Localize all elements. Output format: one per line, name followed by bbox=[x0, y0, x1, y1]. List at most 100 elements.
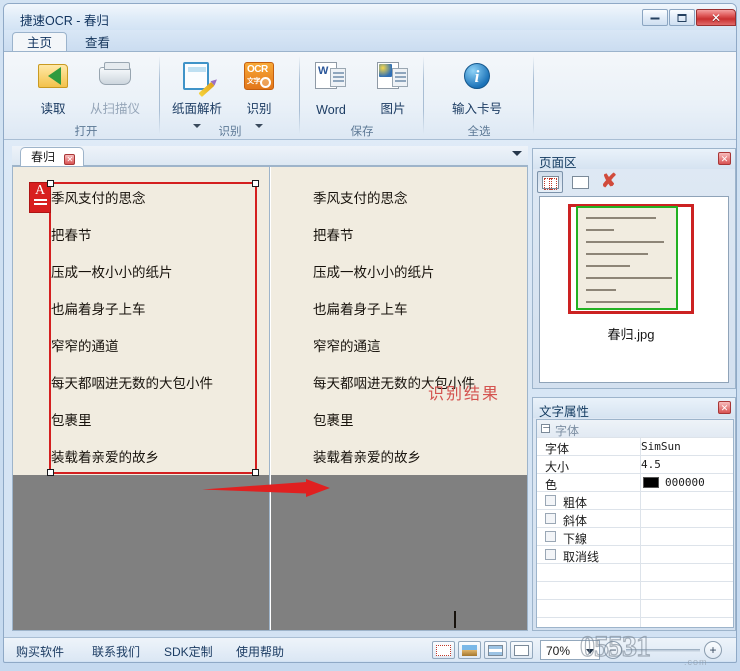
result-line: 压成一枚小小的纸片 bbox=[313, 265, 435, 281]
ribbon-button-image[interactable]: 图片 bbox=[362, 57, 424, 119]
image-view-icon bbox=[462, 645, 477, 656]
property-row-strikethrough[interactable]: 取消线 bbox=[537, 546, 733, 564]
page-thumbnail-item[interactable]: 春归.jpg bbox=[568, 204, 694, 342]
tab-view[interactable]: 查看 bbox=[70, 32, 125, 52]
image-doc-icon bbox=[376, 60, 410, 92]
zoom-slider-track[interactable] bbox=[626, 649, 700, 652]
collapse-icon[interactable]: － bbox=[541, 424, 551, 433]
ribbon-button-recognize[interactable]: OCR 文字 识别 bbox=[228, 57, 290, 128]
thumbnail-split-icon bbox=[542, 176, 559, 190]
pages-panel: 页面区 ✕ ✘ 春归.jpg bbox=[532, 148, 736, 389]
text-block-marker-lines bbox=[33, 199, 47, 201]
ribbon-button-page-analysis[interactable]: 纸面解析 bbox=[166, 57, 228, 128]
maximize-button[interactable] bbox=[669, 9, 695, 26]
property-row-underline[interactable]: 下線 bbox=[537, 528, 733, 546]
pages-panel-toolbar: ✘ bbox=[537, 171, 733, 195]
property-row-bold[interactable]: 粗体 bbox=[537, 492, 733, 510]
document-tab-close-icon[interactable]: ✕ bbox=[64, 154, 76, 165]
resize-handle-top-left[interactable] bbox=[47, 180, 54, 187]
text-block-selection[interactable]: A bbox=[29, 180, 259, 476]
status-link-sdk[interactable]: SDK定制 bbox=[164, 643, 213, 660]
property-row-font-color[interactable]: 色 000000 bbox=[537, 474, 733, 492]
page-thumbnail-filename: 春归.jpg bbox=[607, 327, 655, 342]
property-row-font-family[interactable]: 字体 SimSun bbox=[537, 438, 733, 456]
property-row-empty bbox=[537, 600, 733, 618]
resize-handle-bottom-left[interactable] bbox=[47, 469, 54, 476]
ribbon-button-from-scanner[interactable]: 从扫描仪 bbox=[84, 57, 146, 119]
chevron-down-icon[interactable] bbox=[586, 649, 594, 654]
status-link-buy[interactable]: 购买软件 bbox=[16, 643, 64, 660]
strikethrough-checkbox[interactable] bbox=[545, 549, 556, 560]
italic-checkbox[interactable] bbox=[545, 513, 556, 524]
ribbon-group-save-label: 保存 bbox=[350, 126, 374, 138]
text-properties-header: 文字属性 ✕ bbox=[533, 398, 735, 419]
blank-view-button[interactable] bbox=[510, 641, 533, 659]
single-page-view-button[interactable] bbox=[537, 171, 563, 193]
resize-handle-top-right[interactable] bbox=[252, 180, 259, 187]
bold-checkbox[interactable] bbox=[545, 495, 556, 506]
workspace: 季风支付的思念 把春节 压成一枚小小的纸片 也扁着身子上车 窄窄的通道 每天都咽… bbox=[12, 166, 528, 631]
ribbon-button-word[interactable]: W Word bbox=[300, 57, 362, 119]
underline-checkbox[interactable] bbox=[545, 531, 556, 542]
image-view-button[interactable] bbox=[458, 641, 481, 659]
group-separator bbox=[533, 56, 534, 134]
pages-panel-close-icon[interactable]: ✕ bbox=[718, 152, 731, 165]
text-properties-title: 文字属性 bbox=[539, 405, 590, 419]
property-row-font-size[interactable]: 大小 4.5 bbox=[537, 456, 733, 474]
double-page-view-button[interactable] bbox=[567, 171, 593, 193]
source-image-pane[interactable]: 季风支付的思念 把春节 压成一枚小小的纸片 也扁着身子上车 窄窄的通道 每天都咽… bbox=[13, 167, 270, 630]
ribbon-group-open: 读取 从扫描仪 打开 bbox=[12, 52, 160, 141]
ribbon-group-select-all-label: 全选 bbox=[467, 126, 491, 138]
ribbon-button-from-scanner-label: 从扫描仪 bbox=[89, 102, 140, 116]
property-value[interactable]: 000000 bbox=[665, 476, 705, 489]
property-row-empty bbox=[537, 618, 733, 627]
thumbnail-view-button[interactable] bbox=[432, 641, 455, 659]
status-link-help[interactable]: 使用帮助 bbox=[236, 643, 284, 660]
minimize-icon bbox=[650, 16, 660, 19]
ribbon-group-recognize: 纸面解析 OCR 文字 识别 识别 bbox=[160, 52, 300, 141]
chevron-down-icon[interactable] bbox=[512, 151, 522, 156]
zoom-level-select[interactable]: 70% bbox=[540, 640, 600, 660]
ribbon-group-save: W Word 图片 保存 bbox=[300, 52, 424, 141]
source-page-canvas[interactable]: 季风支付的思念 把春节 压成一枚小小的纸片 也扁着身子上车 窄窄的通道 每天都咽… bbox=[13, 167, 269, 476]
property-name: 下線 bbox=[563, 532, 588, 546]
pages-thumbnail-list[interactable]: 春归.jpg bbox=[539, 196, 729, 383]
property-name: 取消线 bbox=[563, 550, 600, 564]
resize-handle-bottom-right[interactable] bbox=[252, 469, 259, 476]
zoom-out-button[interactable]: − bbox=[604, 641, 622, 659]
result-page-canvas[interactable]: 季风支付的思念 把春节 压成一枚小小的纸片 也扁着身子上车 窄窄的通這 每天都咽… bbox=[271, 167, 527, 475]
zoom-in-button[interactable]: + bbox=[704, 641, 722, 659]
property-row-empty bbox=[537, 564, 733, 582]
document-tab-label: 春归 bbox=[31, 150, 56, 164]
properties-grid[interactable]: － 字体 字体 SimSun 大小 4.5 色 000000 粗体 斜体 下線 … bbox=[536, 419, 734, 628]
ribbon-group-recognize-label: 识别 bbox=[218, 126, 242, 138]
delete-page-button[interactable]: ✘ bbox=[599, 172, 619, 192]
folder-open-icon bbox=[36, 60, 70, 92]
ribbon-button-read-label: 读取 bbox=[40, 102, 66, 116]
close-window-button[interactable]: ✕ bbox=[696, 9, 736, 26]
property-name: 粗体 bbox=[563, 496, 588, 510]
property-value[interactable]: SimSun bbox=[641, 440, 681, 453]
text-view-button[interactable] bbox=[484, 641, 507, 659]
property-row-italic[interactable]: 斜体 bbox=[537, 510, 733, 528]
minimize-button[interactable] bbox=[642, 9, 668, 26]
color-swatch[interactable] bbox=[643, 477, 659, 488]
property-group-label: 字体 bbox=[555, 424, 580, 438]
ribbon: 读取 从扫描仪 打开 纸面解析 OCR 文字 识别 识别 W Word 图片 保… bbox=[4, 51, 736, 140]
ribbon-button-read[interactable]: 读取 bbox=[22, 57, 84, 119]
property-group-font[interactable]: － 字体 bbox=[537, 420, 733, 438]
property-value[interactable]: 4.5 bbox=[641, 458, 661, 471]
thumbnail-plain-icon bbox=[572, 176, 589, 189]
text-properties-panel: 文字属性 ✕ － 字体 字体 SimSun 大小 4.5 色 000000 粗体… bbox=[532, 397, 736, 631]
text-properties-close-icon[interactable]: ✕ bbox=[718, 401, 731, 414]
property-name: 色 bbox=[545, 478, 558, 492]
status-link-contact[interactable]: 联系我们 bbox=[92, 643, 140, 660]
property-row-empty bbox=[537, 582, 733, 600]
pages-panel-title: 页面区 bbox=[539, 156, 577, 170]
result-line: 窄窄的通這 bbox=[313, 339, 381, 355]
document-tab-chungui[interactable]: 春归 ✕ bbox=[20, 147, 85, 166]
tab-home[interactable]: 主页 bbox=[12, 32, 68, 52]
pages-panel-header: 页面区 ✕ bbox=[533, 149, 735, 170]
thumbnail-view-icon bbox=[436, 645, 451, 656]
ribbon-button-enter-card-number[interactable]: i 输入卡号 bbox=[440, 57, 514, 119]
